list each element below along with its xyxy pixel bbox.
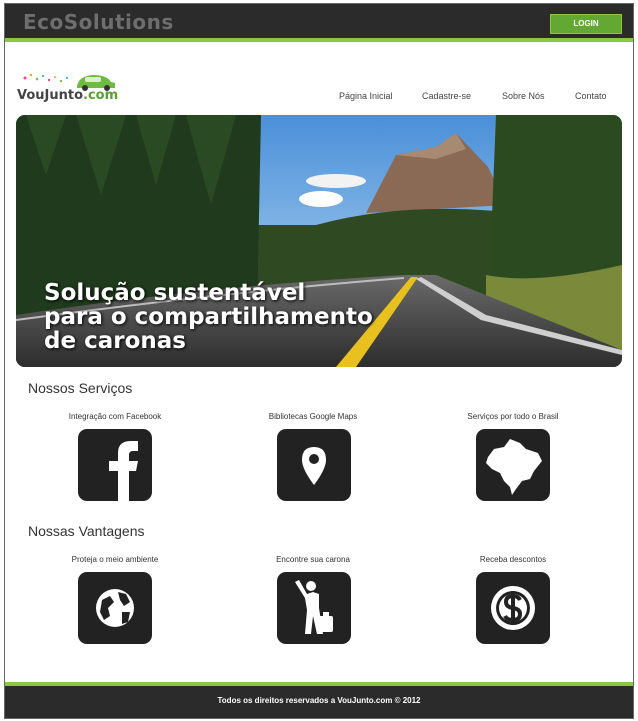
advantage-label-ride: Encontre sua carona xyxy=(276,555,350,564)
service-label-brazil: Serviços por todo o Brasil xyxy=(467,412,559,421)
site-logo[interactable]: VouJunto.com xyxy=(17,70,127,106)
hitchhiker-icon[interactable] xyxy=(277,572,351,644)
dollar-glyph xyxy=(491,586,535,630)
nav-register[interactable]: Cadastre-se xyxy=(422,91,471,101)
logo-text-domain: .com xyxy=(83,88,119,103)
hitchhiker-glyph xyxy=(295,580,333,634)
logo-text-main: VouJunto xyxy=(17,88,84,103)
top-bar: EcoSolutions LOGIN xyxy=(5,4,633,42)
hero-line-1: Solução sustentável xyxy=(44,280,306,306)
service-label-facebook: Integração com Facebook xyxy=(68,412,162,421)
page-frame: EcoSolutions LOGIN VouJunto.com Página I… xyxy=(4,3,634,719)
map-pin-glyph xyxy=(302,447,326,485)
footer: Todos os direitos reservados a VouJunto.… xyxy=(5,682,633,718)
advantage-label-discounts: Receba descontos xyxy=(479,555,547,564)
advantages-title: Nossas Vantagens xyxy=(28,523,145,539)
brand-name: EcoSolutions xyxy=(23,10,174,34)
nav-home[interactable]: Página Inicial xyxy=(339,91,393,101)
facebook-icon[interactable] xyxy=(78,429,152,501)
service-label-maps: Bibliotecas Google Maps xyxy=(268,412,358,421)
login-button[interactable]: LOGIN xyxy=(550,14,622,34)
hero-banner: Solução sustentável para o compartilhame… xyxy=(16,115,622,367)
brazil-map-glyph xyxy=(486,439,542,495)
hero-line-3: de caronas xyxy=(44,328,186,354)
logo-text: VouJunto.com xyxy=(17,88,118,103)
globe-icon[interactable] xyxy=(78,572,152,644)
advantage-label-environment: Proteja o meio ambiente xyxy=(71,555,159,564)
hero-headline: Solução sustentável para o compartilhame… xyxy=(44,281,373,353)
nav-contact[interactable]: Contato xyxy=(575,91,607,101)
services-title: Nossos Serviços xyxy=(28,380,133,396)
hero-line-2: para o compartilhamento xyxy=(44,304,373,330)
brazil-map-icon[interactable] xyxy=(476,429,550,501)
footer-copyright: Todos os direitos reservados a VouJunto.… xyxy=(217,696,421,705)
dollar-icon[interactable] xyxy=(476,572,550,644)
globe-glyph xyxy=(96,589,134,627)
nav-about[interactable]: Sobre Nós xyxy=(502,91,545,101)
facebook-glyph xyxy=(109,441,138,501)
map-pin-icon[interactable] xyxy=(277,429,351,501)
